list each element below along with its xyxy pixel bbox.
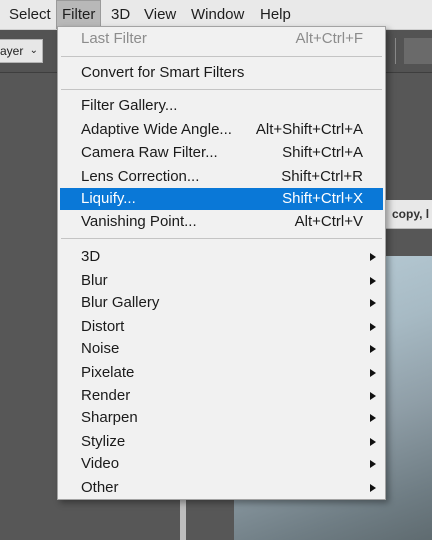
chevron-right-icon: [370, 253, 376, 261]
menu-item-shortcut: Alt+Ctrl+V: [294, 213, 363, 230]
menu-window[interactable]: Window: [191, 0, 244, 29]
menu-item-label: Blur Gallery: [81, 294, 160, 311]
menu-item-last-filter[interactable]: Last Filter Alt+Ctrl+F: [60, 28, 383, 50]
menu-item-lens-correction[interactable]: Lens Correction... Shift+Ctrl+R: [60, 166, 383, 188]
chevron-right-icon: [370, 392, 376, 400]
menu-item-label: Video: [81, 455, 120, 472]
menu-item-label: Camera Raw Filter...: [81, 144, 218, 161]
menu-item-liquify[interactable]: Liquify... Shift+Ctrl+X: [60, 188, 383, 210]
chevron-right-icon: [370, 345, 376, 353]
submenu-distort[interactable]: Distort: [60, 316, 383, 338]
menu-item-convert-smart-filters[interactable]: Convert for Smart Filters: [60, 62, 383, 84]
menu-item-label: Render: [81, 387, 131, 404]
menu-item-shortcut: Shift+Ctrl+X: [282, 190, 363, 207]
layer-select-value: ayer: [0, 44, 24, 58]
menu-item-filter-gallery[interactable]: Filter Gallery...: [60, 95, 383, 117]
menu-item-label: Sharpen: [81, 409, 138, 426]
menu-item-shortcut: Alt+Shift+Ctrl+A: [255, 121, 363, 138]
toolbar-divider: [395, 38, 396, 64]
menu-item-label: Pixelate: [81, 364, 135, 381]
menu-item-adaptive-wide-angle[interactable]: Adaptive Wide Angle... Alt+Shift+Ctrl+A: [60, 119, 383, 141]
chevron-right-icon: [370, 277, 376, 285]
menu-item-label: Lens Correction...: [81, 168, 200, 185]
menu-item-label: Stylize: [81, 433, 126, 450]
menu-item-label: Filter Gallery...: [81, 97, 178, 114]
options-control[interactable]: [404, 38, 432, 64]
menu-separator: [61, 238, 382, 239]
menu-item-shortcut: Shift+Ctrl+R: [281, 168, 363, 185]
menu-item-camera-raw-filter[interactable]: Camera Raw Filter... Shift+Ctrl+A: [60, 142, 383, 164]
menu-item-label: Convert for Smart Filters: [81, 64, 245, 81]
menu-3d[interactable]: 3D: [111, 0, 130, 29]
menu-item-label: Noise: [81, 340, 120, 357]
submenu-render[interactable]: Render: [60, 385, 383, 407]
submenu-sharpen[interactable]: Sharpen: [60, 407, 383, 429]
menu-separator: [61, 56, 382, 57]
chevron-right-icon: [370, 369, 376, 377]
filter-menu: Last Filter Alt+Ctrl+F Convert for Smart…: [57, 26, 386, 500]
menu-select[interactable]: Select: [9, 0, 51, 29]
menu-item-label: Liquify...: [81, 190, 136, 207]
chevron-right-icon: [370, 323, 376, 331]
menu-item-label: Adaptive Wide Angle...: [81, 121, 232, 138]
document-tab[interactable]: copy, l: [386, 200, 432, 229]
menu-item-label: Other: [81, 479, 119, 496]
chevron-right-icon: [370, 414, 376, 422]
submenu-3d[interactable]: 3D: [60, 246, 383, 268]
chevron-right-icon: [370, 299, 376, 307]
submenu-stylize[interactable]: Stylize: [60, 431, 383, 453]
submenu-blur-gallery[interactable]: Blur Gallery: [60, 292, 383, 314]
menu-item-label: Last Filter: [81, 30, 147, 47]
chevron-down-icon: ⌄: [29, 45, 38, 56]
menu-separator: [61, 89, 382, 90]
submenu-blur[interactable]: Blur: [60, 270, 383, 292]
menu-item-shortcut: Shift+Ctrl+A: [282, 144, 363, 161]
menu-item-label: Vanishing Point...: [81, 213, 197, 230]
menu-item-shortcut: Alt+Ctrl+F: [295, 30, 363, 47]
layer-select[interactable]: ayer ⌄: [0, 39, 43, 63]
chevron-right-icon: [370, 438, 376, 446]
submenu-other[interactable]: Other: [60, 477, 383, 499]
menu-view[interactable]: View: [144, 0, 176, 29]
menu-item-vanishing-point[interactable]: Vanishing Point... Alt+Ctrl+V: [60, 211, 383, 233]
submenu-pixelate[interactable]: Pixelate: [60, 362, 383, 384]
menu-help[interactable]: Help: [260, 0, 291, 29]
submenu-noise[interactable]: Noise: [60, 338, 383, 360]
menu-filter[interactable]: Filter: [56, 0, 102, 29]
menu-item-label: Blur: [81, 272, 108, 289]
menu-item-label: Distort: [81, 318, 125, 335]
chevron-right-icon: [370, 484, 376, 492]
menu-item-label: 3D: [81, 248, 101, 265]
chevron-right-icon: [370, 460, 376, 468]
submenu-video[interactable]: Video: [60, 453, 383, 475]
